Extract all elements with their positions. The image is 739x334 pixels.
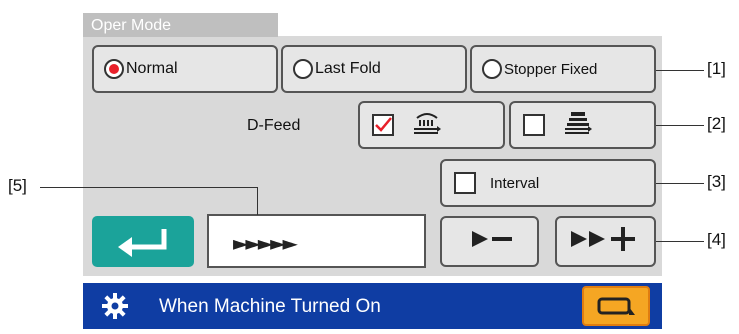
mode-label: Normal bbox=[126, 60, 178, 77]
checkbox-unchecked-icon bbox=[454, 172, 476, 194]
speed-display: ►►►►► bbox=[207, 214, 426, 268]
speed-minus-button[interactable] bbox=[440, 216, 539, 267]
exit-icon bbox=[596, 295, 638, 324]
speed-minus-icon bbox=[470, 227, 516, 256]
radio-selected-icon bbox=[104, 59, 124, 79]
callout-2-line bbox=[656, 125, 704, 126]
interval-label: Interval bbox=[490, 174, 540, 192]
mode-last-fold-button[interactable]: Last Fold bbox=[281, 45, 467, 93]
callout-3: [3] bbox=[707, 172, 726, 191]
speed-plus-button[interactable] bbox=[555, 216, 656, 267]
tab-label: Oper Mode bbox=[91, 17, 172, 34]
status-text: When Machine Turned On bbox=[159, 296, 381, 317]
gear-icon bbox=[101, 292, 129, 325]
feed-rollers-icon bbox=[412, 110, 442, 141]
callout-4-line bbox=[656, 241, 704, 242]
speed-plus-icon bbox=[569, 226, 645, 257]
callout-5-drop bbox=[257, 187, 258, 215]
callout-1: [1] bbox=[707, 59, 726, 78]
oper-mode-tab: Oper Mode bbox=[83, 13, 278, 37]
speed-indicator: ►►►►► bbox=[233, 231, 298, 255]
callout-3-line bbox=[656, 183, 704, 184]
callout-5: [5] bbox=[8, 176, 27, 195]
mode-label: Last Fold bbox=[315, 60, 381, 77]
dfeed-option-rollers[interactable] bbox=[358, 101, 505, 149]
checkbox-checked-icon bbox=[372, 114, 394, 136]
callout-5-line bbox=[40, 187, 257, 188]
interval-checkbox-button[interactable]: Interval bbox=[440, 159, 656, 207]
callout-1-line bbox=[656, 70, 704, 71]
dfeed-option-stacked[interactable] bbox=[509, 101, 656, 149]
status-bar: When Machine Turned On bbox=[83, 283, 662, 329]
enter-button[interactable] bbox=[92, 216, 194, 267]
stacked-feed-icon bbox=[563, 110, 593, 141]
checkbox-unchecked-icon bbox=[523, 114, 545, 136]
mode-label: Stopper Fixed bbox=[504, 60, 598, 78]
enter-return-icon bbox=[112, 225, 174, 264]
radio-unselected-icon bbox=[293, 59, 313, 79]
exit-button[interactable] bbox=[582, 286, 650, 326]
mode-stopper-fixed-button[interactable]: Stopper Fixed bbox=[470, 45, 656, 93]
radio-unselected-icon bbox=[482, 59, 502, 79]
dfeed-label: D-Feed bbox=[247, 117, 301, 134]
callout-2: [2] bbox=[707, 114, 726, 133]
mode-normal-button[interactable]: Normal bbox=[92, 45, 278, 93]
callout-4: [4] bbox=[707, 230, 726, 249]
